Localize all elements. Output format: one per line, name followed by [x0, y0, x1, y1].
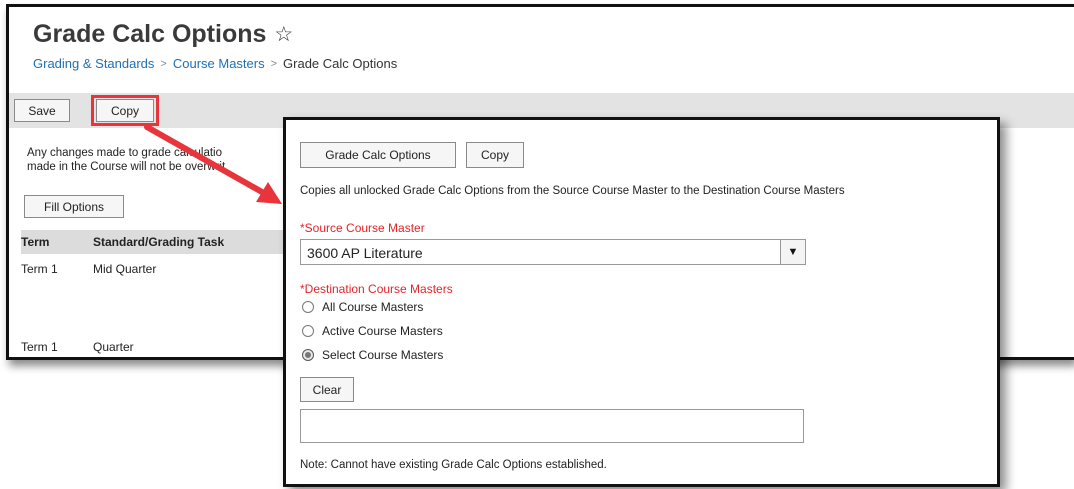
column-header-task[interactable]: Standard/Grading Task: [93, 235, 224, 249]
info-message-line: Any changes made to grade calculatio: [27, 147, 222, 159]
tab-grade-calc-options[interactable]: Grade Calc Options: [300, 142, 456, 168]
clear-button[interactable]: Clear: [300, 377, 354, 402]
fill-options-button[interactable]: Fill Options: [24, 195, 124, 218]
cell-term: Term 1: [21, 340, 58, 354]
star-outline-icon[interactable]: ☆: [274, 22, 293, 47]
radio-all-course-masters[interactable]: All Course Masters: [302, 300, 423, 314]
page-title: Grade Calc Options: [33, 20, 267, 48]
breadcrumb: Grading & Standards > Course Masters > G…: [33, 56, 397, 71]
selected-course-masters-field[interactable]: [300, 409, 804, 443]
breadcrumb-grading-standards[interactable]: Grading & Standards: [33, 56, 154, 71]
source-course-master-select[interactable]: 3600 AP Literature ▼: [300, 239, 806, 265]
save-button[interactable]: Save: [14, 99, 70, 122]
radio-button[interactable]: [302, 301, 314, 313]
source-course-master-label: *Source Course Master: [300, 221, 425, 235]
cell-task: Quarter: [93, 340, 134, 354]
tab-copy[interactable]: Copy: [466, 142, 524, 168]
breadcrumb-current: Grade Calc Options: [283, 56, 398, 71]
copy-description: Copies all unlocked Grade Calc Options f…: [300, 185, 845, 197]
radio-dot: [305, 352, 311, 358]
copy-options-dialog: Grade Calc Options Copy Copies all unloc…: [283, 117, 1000, 487]
radio-active-course-masters[interactable]: Active Course Masters: [302, 324, 443, 338]
radio-label: All Course Masters: [322, 300, 424, 314]
cell-task: Mid Quarter: [93, 262, 157, 276]
breadcrumb-course-masters[interactable]: Course Masters: [173, 56, 265, 71]
chevron-right-icon: >: [160, 57, 167, 70]
cell-term: Term 1: [21, 262, 58, 276]
radio-label: Select Course Masters: [322, 348, 444, 362]
chevron-right-icon: >: [270, 57, 278, 70]
radio-select-course-masters[interactable]: Select Course Masters: [302, 348, 443, 362]
source-course-master-value: 3600 AP Literature: [307, 245, 423, 261]
radio-button[interactable]: [302, 325, 314, 337]
radio-label: Active Course Masters: [322, 324, 443, 338]
table-header: Term Standard/Grading Task: [21, 230, 321, 254]
destination-course-masters-label: *Destination Course Masters: [300, 282, 453, 296]
copy-button[interactable]: Copy: [96, 99, 154, 122]
caret-down-icon[interactable]: ▼: [780, 240, 805, 264]
info-message-line: made in the Course will not be overwrit: [27, 161, 226, 173]
dialog-note: Note: Cannot have existing Grade Calc Op…: [300, 459, 607, 471]
page-title-row: Grade Calc Options ☆: [33, 20, 293, 49]
info-message: Any changes made to grade calculatio mad…: [27, 146, 225, 174]
radio-button-selected[interactable]: [302, 349, 314, 361]
column-header-term[interactable]: Term: [21, 235, 49, 249]
